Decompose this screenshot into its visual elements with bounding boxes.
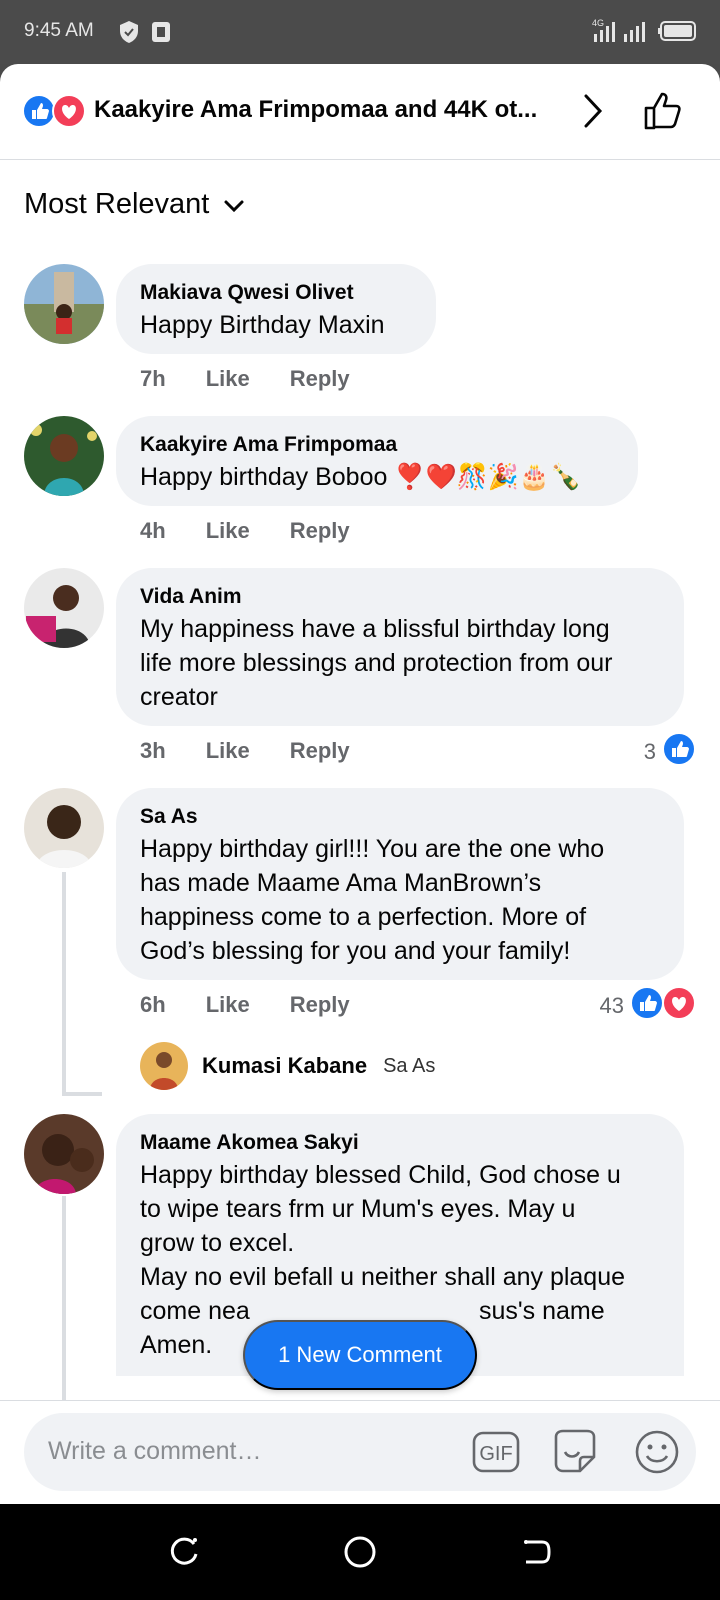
sim-icon [150,20,172,49]
status-bar: 9:45 AM 4G [0,0,720,64]
comment-text-line: happiness come to a perfection. More of [140,903,587,931]
battery-icon [658,20,698,47]
comment-text-line: Happy birthday blessed Child, God chose … [140,1161,621,1189]
signal-icon: 4G [592,18,652,49]
thread-connector [62,1092,102,1096]
network-label: 4G [592,18,604,28]
reply-button[interactable]: Reply [290,518,350,544]
comment-bubble[interactable]: Makiava Qwesi Olivet Happy Birthday Maxi… [116,264,436,354]
avatar[interactable] [24,264,104,344]
comment-author[interactable]: Makiava Qwesi Olivet [140,278,412,308]
comment-text-line: May no evil befall u neither shall any p… [140,1263,626,1291]
comment-text-line: grow to excel. [140,1229,295,1257]
recents-icon[interactable] [166,1534,202,1575]
avatar[interactable] [24,416,104,496]
love-reaction-icon [662,986,696,1026]
new-comment-button[interactable]: 1 New Comment [243,1320,477,1390]
avatar[interactable] [140,1042,188,1090]
comment-text-line: to wipe tears frm ur Mum's eyes. May u [140,1195,576,1223]
avatar[interactable] [24,1114,104,1194]
comment-author[interactable]: Kaakyire Ama Frimpomaa [140,430,614,460]
comment-actions: 7h Like Reply [140,366,350,392]
comment-time: 7h [140,366,166,391]
comment-actions: 3h Like Reply [140,738,350,764]
chevron-down-icon [223,188,245,221]
reply-button[interactable]: Reply [290,366,350,392]
emoji-icon[interactable] [632,1427,682,1482]
comment-actions: 4h Like Reply [140,518,350,544]
home-icon[interactable] [342,1534,378,1575]
comments-sheet: Kaakyire Ama Frimpomaa and 44K ot... Mos… [0,64,720,1504]
avatar[interactable] [24,788,104,868]
reactions-header[interactable]: Kaakyire Ama Frimpomaa and 44K ot... [0,64,720,160]
reply-preview[interactable]: Kumasi Kabane Sa As [140,1042,435,1090]
shield-icon [118,20,140,49]
reaction-summary[interactable]: 3 [644,732,696,772]
love-reaction-icon [52,94,86,133]
comment-input[interactable] [48,1437,428,1466]
system-nav-bar [0,1504,720,1600]
comment-author[interactable]: Sa As [140,802,660,832]
like-reaction-icon [662,732,696,772]
composer-bar: GIF [0,1400,720,1504]
gif-icon[interactable]: GIF [472,1429,522,1480]
comment-text: Happy Birthday Maxin [140,311,385,339]
gif-label: GIF [479,1443,512,1465]
sticker-icon[interactable] [550,1427,600,1482]
reply-to: Sa As [383,1054,436,1077]
comment-time: 3h [140,738,166,763]
comment-bubble[interactable]: Kaakyire Ama Frimpomaa Happy birthday Bo… [116,416,638,506]
comment-author[interactable]: Maame Akomea Sakyi [140,1128,660,1158]
sort-label: Most Relevant [24,188,210,220]
thread-line [62,872,66,1096]
like-reaction-icon [630,986,664,1026]
reply-button[interactable]: Reply [290,992,350,1018]
sort-dropdown[interactable]: Most Relevant [24,188,245,221]
like-reaction-icon [22,94,56,133]
thread-line [62,1196,66,1404]
like-button[interactable]: Like [206,518,250,544]
back-icon[interactable] [518,1534,554,1575]
reaction-summary[interactable]: 43 [600,986,696,1026]
comment-bubble[interactable]: Sa As Happy birthday girl!!! You are the… [116,788,684,980]
comment-text-line: creator [140,683,218,711]
comment-text-line: God’s blessing for you and your family! [140,937,571,965]
reaction-count: 43 [599,993,624,1018]
reply-button[interactable]: Reply [290,738,350,764]
comment-text-line: Happy birthday girl!!! You are the one w… [140,835,605,863]
reply-author[interactable]: Kumasi Kabane [202,1053,367,1079]
chevron-right-icon[interactable] [582,92,604,135]
like-button[interactable]: Like [206,738,250,764]
like-button[interactable]: Like [206,992,250,1018]
comment-time: 4h [140,518,166,543]
comment-author[interactable]: Vida Anim [140,582,660,612]
comment-text-line: life more blessings and protection from … [140,649,613,677]
reactions-summary[interactable]: Kaakyire Ama Frimpomaa and 44K ot... [94,96,564,124]
comment-text-line: has made Maame Ama ManBrown’s [140,869,542,897]
comment-text: Happy birthday Boboo ❣️❤️🎊🎉🎂🍾 [140,463,582,491]
avatar[interactable] [24,568,104,648]
thumbs-up-icon[interactable] [642,88,686,137]
comment-actions: 6h Like Reply [140,992,350,1018]
like-button[interactable]: Like [206,366,250,392]
comment-text-line: My happiness have a blissful birthday lo… [140,615,610,643]
comment-bubble[interactable]: Vida Anim My happiness have a blissful b… [116,568,684,726]
comment-composer[interactable]: GIF [24,1413,696,1491]
status-time: 9:45 AM [24,20,94,41]
comment-time: 6h [140,992,166,1017]
reaction-count: 3 [643,739,656,764]
